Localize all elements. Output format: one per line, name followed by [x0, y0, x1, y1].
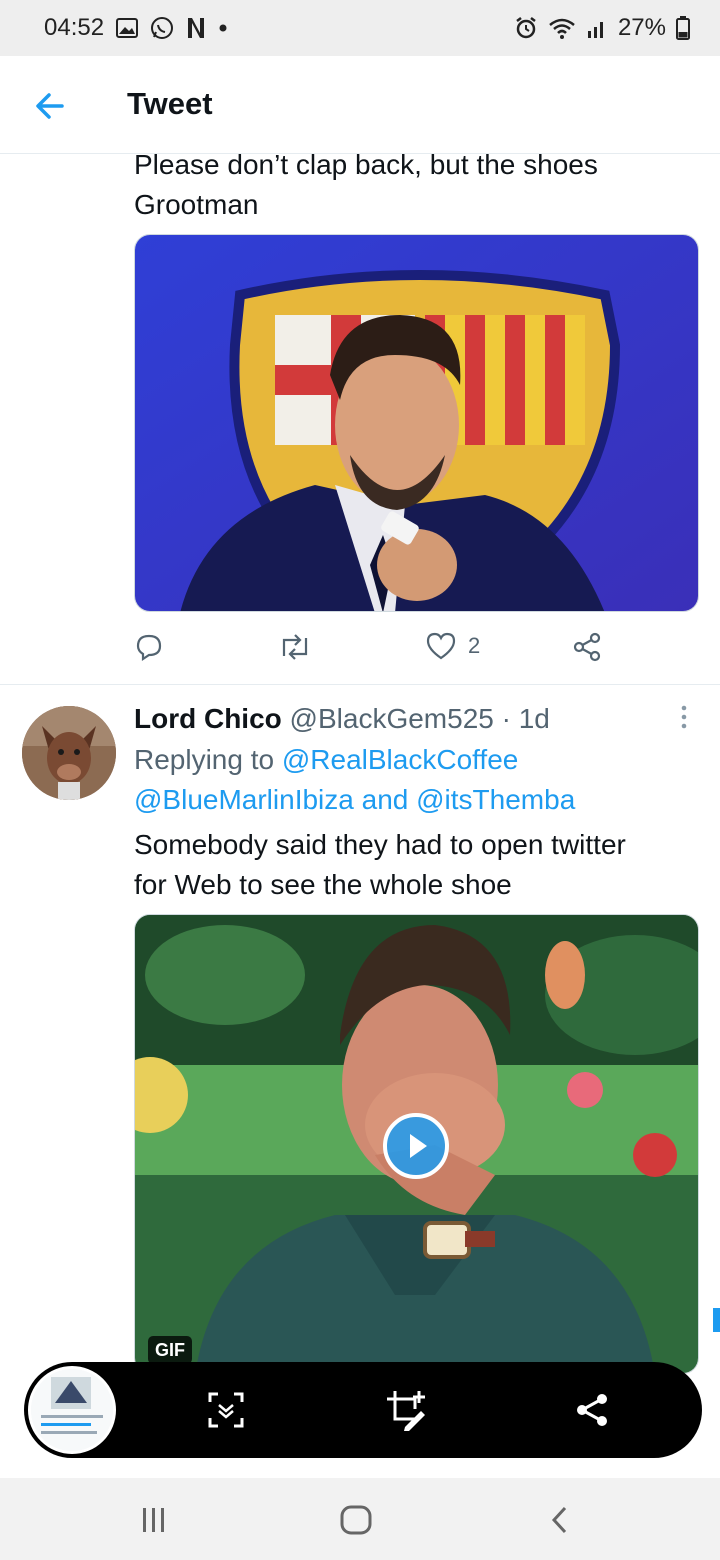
tweet-divider	[0, 684, 720, 685]
recents-icon	[143, 1508, 164, 1532]
retweet-icon	[282, 634, 308, 660]
play-icon	[410, 1134, 427, 1158]
app-header: Tweet	[0, 56, 720, 154]
mention-realblackcoffee[interactable]: @RealBlackCoffee	[282, 744, 518, 775]
avatar[interactable]	[22, 706, 116, 800]
author-name[interactable]: Lord Chico	[134, 703, 282, 734]
scroll-capture-button[interactable]	[202, 1386, 250, 1434]
play-button[interactable]	[383, 1113, 449, 1179]
share-icon	[573, 632, 601, 662]
gallery-icon	[116, 18, 139, 38]
signal-icon	[586, 17, 608, 39]
heart-icon	[426, 632, 456, 660]
separator: ·	[501, 703, 511, 734]
like-count: 2	[468, 633, 481, 658]
status-right: 27%	[514, 14, 690, 42]
more-options-button[interactable]	[672, 702, 696, 732]
author-handle[interactable]: @BlackGem525	[290, 703, 494, 734]
tweet-text-line1: Please don’t clap back, but the shoes	[134, 149, 598, 180]
nav-back-button[interactable]	[538, 1498, 582, 1542]
time-ago: 1d	[518, 703, 550, 734]
replying-to-line-2: @BlueMarlinIbiza and @itsThemba	[134, 780, 575, 820]
mention-itsthemba[interactable]: @itsThemba	[416, 784, 575, 815]
screenshot-thumbnail[interactable]	[28, 1366, 116, 1454]
home-icon	[340, 1505, 372, 1535]
reply-button[interactable]	[134, 632, 164, 662]
back-button[interactable]	[30, 86, 70, 126]
navigation-bar	[0, 1478, 720, 1560]
screenshot-share-button[interactable]	[568, 1386, 616, 1434]
crop-edit-icon	[387, 1391, 425, 1431]
tweet-text: Please don’t clap back, but the shoes Gr…	[134, 145, 694, 225]
reply-text-line1: Somebody said they had to open twitter	[134, 829, 626, 860]
arrow-left-icon	[36, 93, 64, 119]
alarm-icon	[514, 16, 538, 40]
home-button[interactable]	[334, 1498, 378, 1542]
battery-percent: 27%	[617, 14, 666, 41]
share-button[interactable]	[572, 632, 602, 662]
status-time: 04:52	[44, 14, 105, 41]
back-icon	[551, 1506, 567, 1534]
replying-to-label: Replying to	[134, 744, 275, 775]
like-button[interactable]: 2	[426, 632, 480, 660]
wifi-icon	[548, 17, 576, 39]
more-vertical-icon	[681, 705, 687, 729]
tweet-photo[interactable]	[134, 234, 699, 612]
reply-text-line2: for Web to see the whole shoe	[134, 869, 512, 900]
dot-icon	[218, 23, 228, 33]
tweet-actions: 2	[134, 632, 614, 672]
mention-bluemarlinibiza[interactable]: @BlueMarlinIbiza	[134, 784, 354, 815]
reply-icon	[136, 634, 162, 662]
screenshot-preview	[31, 1369, 113, 1451]
gif-badge: GIF	[148, 1336, 192, 1364]
and-word[interactable]: and	[362, 784, 409, 815]
avatar-image	[22, 706, 116, 800]
scrollbar-thumb[interactable]	[713, 1308, 720, 1332]
status-bar: 04:52 27%	[0, 0, 720, 56]
screenshot-toolbar	[24, 1362, 702, 1458]
reply-header: Lord Chico @BlackGem525 · 1d	[134, 700, 550, 738]
page-title: Tweet	[127, 86, 213, 121]
recents-button[interactable]	[132, 1498, 176, 1542]
scroll-capture-icon	[208, 1392, 244, 1428]
screen: 04:52 27% Tweet Please don’t clap back, …	[0, 0, 720, 1560]
tweet-text-line2: Grootman	[134, 189, 259, 220]
whatsapp-icon	[150, 16, 174, 40]
retweet-button[interactable]	[278, 632, 312, 662]
crop-edit-button[interactable]	[382, 1386, 430, 1434]
battery-icon	[676, 16, 690, 40]
press-conference-photo	[135, 235, 698, 611]
reply-text: Somebody said they had to open twitter f…	[134, 825, 694, 905]
replying-to-line: Replying to @RealBlackCoffee	[134, 740, 518, 780]
share-icon	[577, 1394, 607, 1426]
status-left: 04:52	[44, 14, 228, 42]
netflix-icon	[186, 17, 206, 39]
